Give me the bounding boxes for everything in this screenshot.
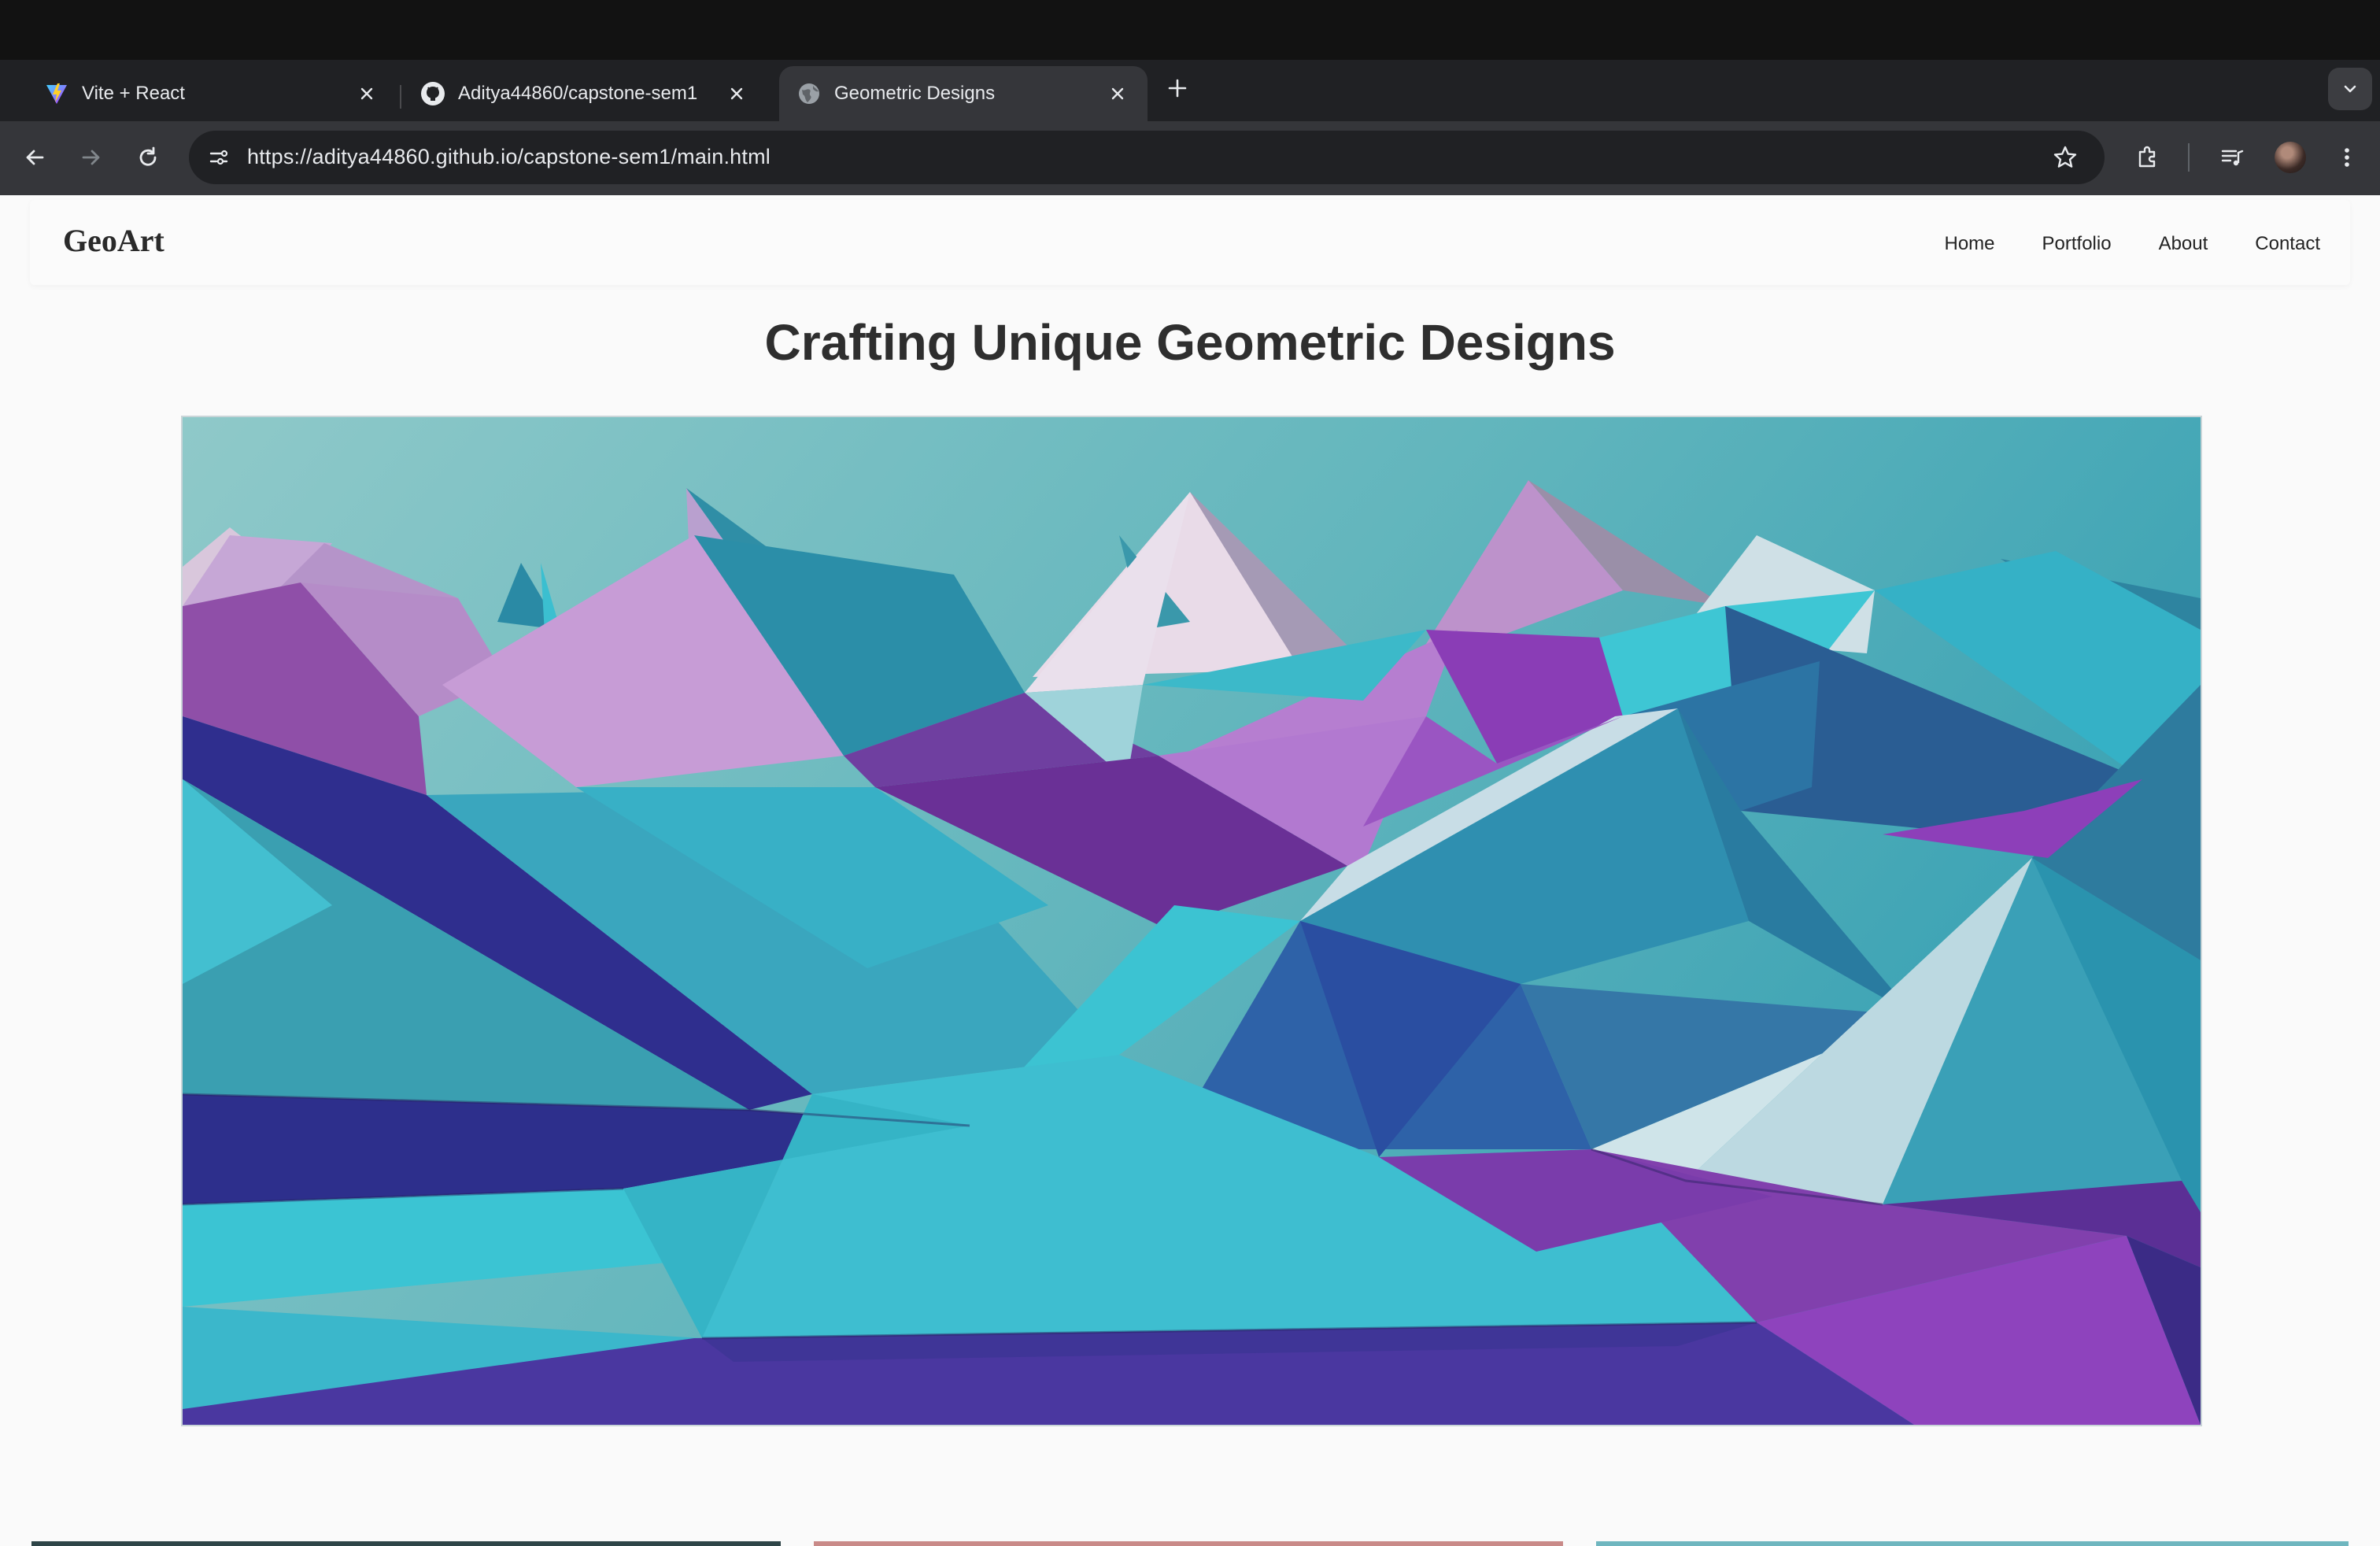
site-logo[interactable]: GeoArt: [63, 222, 164, 259]
toolbar-divider: [2188, 143, 2190, 172]
hero-image: [181, 416, 2202, 1426]
tab-search-button[interactable]: [2328, 68, 2372, 110]
portfolio-card-edge: [31, 1541, 781, 1546]
tab-vite-react[interactable]: Vite + React: [27, 66, 397, 121]
tab-title: Geometric Designs: [834, 83, 996, 104]
close-icon[interactable]: [354, 81, 379, 106]
more-menu-icon[interactable]: [2328, 139, 2366, 176]
tab-geometric-designs[interactable]: Geometric Designs: [779, 66, 1148, 121]
close-icon[interactable]: [724, 81, 749, 106]
profile-avatar[interactable]: [2275, 142, 2306, 173]
plus-icon: [1168, 79, 1187, 98]
new-tab-button[interactable]: [1163, 74, 1192, 102]
nav-home[interactable]: Home: [1944, 233, 1994, 255]
tab-separator: [400, 85, 401, 109]
site-settings-icon[interactable]: [201, 140, 236, 175]
extensions-icon[interactable]: [2128, 139, 2166, 176]
tab-github[interactable]: Aditya44860/capstone-sem1: [403, 66, 767, 121]
globe-icon: [796, 81, 822, 106]
url-text[interactable]: https://aditya44860.github.io/capstone-s…: [247, 145, 771, 169]
tab-title: Vite + React: [82, 83, 185, 104]
site-nav: Home Portfolio About Contact: [1944, 233, 2320, 255]
close-icon[interactable]: [1105, 81, 1130, 106]
portfolio-card-edge: [1596, 1541, 2349, 1546]
vite-icon: [44, 81, 69, 106]
chevron-down-icon: [2344, 85, 2356, 93]
os-top-bar: [0, 0, 2380, 60]
portfolio-card-edge: [814, 1541, 1563, 1546]
github-icon: [420, 81, 445, 106]
bookmark-star-icon[interactable]: [2048, 140, 2082, 175]
reload-button[interactable]: [129, 139, 167, 176]
forward-button[interactable]: [72, 139, 110, 176]
back-button[interactable]: [16, 139, 54, 176]
hero-title: Crafting Unique Geometric Designs: [764, 314, 1616, 371]
site-header: GeoArt Home Portfolio About Contact: [30, 200, 2350, 285]
arrow-left-icon: [26, 150, 44, 165]
arrow-right-icon: [82, 150, 100, 165]
nav-contact[interactable]: Contact: [2255, 233, 2320, 255]
tab-title: Aditya44860/capstone-sem1: [458, 83, 698, 104]
reload-icon: [139, 146, 157, 166]
media-controls-icon[interactable]: [2213, 139, 2251, 176]
web-page: GeoArt Home Portfolio About Contact Craf…: [0, 195, 2380, 1546]
nav-portfolio[interactable]: Portfolio: [2042, 233, 2112, 255]
nav-about[interactable]: About: [2159, 233, 2208, 255]
